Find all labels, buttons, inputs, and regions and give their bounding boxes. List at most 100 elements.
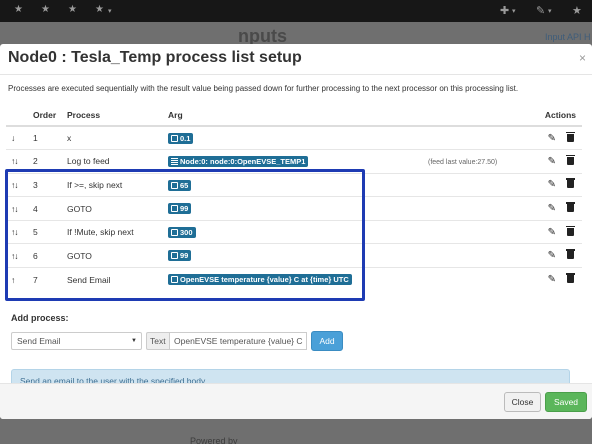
move-arrows-icon[interactable]: ↑↓ [6,149,33,174]
arg-badge[interactable]: 99 [168,250,192,262]
edit-box-icon [171,205,178,213]
nav-dropdown-icon[interactable]: ▾ [108,7,112,15]
header-move [6,104,33,127]
trash-icon[interactable] [566,273,575,284]
trash-icon[interactable] [566,178,575,189]
row-note [428,172,508,197]
row-actions: ✎ [508,196,582,221]
move-arrows-icon[interactable]: ↑↓ [6,243,33,268]
header-note [428,104,508,127]
nav-star-icon[interactable]: ★ [68,5,77,15]
edit-icon[interactable]: ✎ [548,156,556,167]
modal-header: Node0 : Tesla_Temp process list setup × [0,44,592,75]
arg-badge[interactable]: 65 [168,179,192,191]
move-arrows-icon[interactable]: ↓ [6,125,33,150]
row-arg: 99 [168,243,428,268]
modal-footer: Close Saved [0,383,592,419]
row-order: 3 [33,172,67,197]
trash-icon[interactable] [566,154,575,165]
table-row: ↑↓ 2 Log to feed Node:0: node:0:OpenEVSE_TE… [6,149,582,174]
arg-value: OpenEVSE temperature {value} C at {time}… [180,275,349,285]
arg-badge[interactable]: Node:0: node:0:OpenEVSE_TEMP1 [168,156,309,168]
trash-icon[interactable] [566,249,575,260]
saved-button[interactable]: Saved [545,392,587,412]
arg-value: 65 [180,180,189,190]
row-arg: 99 [168,196,428,221]
plus-icon[interactable]: ✚ [500,4,509,17]
header-actions: Actions [508,104,582,127]
close-icon[interactable]: × [579,52,586,64]
edit-box-icon [171,252,178,260]
row-order: 6 [33,243,67,268]
table-row: ↑↓ 5 If !Mute, skip next 300 ✎ [6,219,582,244]
row-arg: 65 [168,172,428,197]
process-table: Order Process Arg Actions ↓ 1 x 0.1 ✎ ↑↓ 2 Log … [6,104,582,292]
edit-icon[interactable]: ✎ [548,133,556,144]
arg-badge[interactable]: 99 [168,203,192,215]
row-order: 2 [33,149,67,174]
add-process-row: Send Email ▼ Text OpenEVSE temperature {… [0,327,592,359]
row-process: If >=, skip next [67,172,168,197]
arg-badge[interactable]: OpenEVSE temperature {value} C at {time}… [168,274,352,286]
process-select[interactable]: Send Email ▼ [11,332,142,350]
row-actions: ✎ [508,172,582,197]
edit-box-icon [171,228,178,236]
row-process: If !Mute, skip next [67,219,168,244]
input-api-help-link[interactable]: Input API H [545,32,591,42]
modal-description: Processes are executed sequentially with… [8,84,519,93]
table-header-row: Order Process Arg Actions [6,104,582,127]
row-actions: ✎ [508,149,582,174]
chevron-down-icon[interactable]: ▾ [548,7,552,15]
move-arrows-icon[interactable]: ↑↓ [6,172,33,197]
row-actions: ✎ [508,243,582,268]
arg-value: Node:0: node:0:OpenEVSE_TEMP1 [180,157,306,167]
table-row: ↑↓ 6 GOTO 99 ✎ [6,243,582,268]
arg-value: 0.1 [180,133,191,143]
row-arg: OpenEVSE temperature {value} C at {time}… [168,267,428,292]
edit-icon[interactable]: ✎ [548,227,556,238]
trash-icon[interactable] [566,131,575,142]
edit-box-icon [171,134,178,142]
close-button[interactable]: Close [504,392,541,412]
row-actions: ✎ [508,267,582,292]
add-process-button[interactable]: Add [311,331,343,351]
row-note [428,125,508,150]
feed-list-icon [171,158,178,166]
edit-icon[interactable]: ✎ [548,179,556,190]
row-note [428,243,508,268]
nav-star-icon[interactable]: ★ [14,5,23,15]
chevron-down-icon[interactable]: ▾ [512,7,516,15]
arg-value: 99 [180,204,189,214]
arg-value: 300 [180,227,193,237]
edit-icon[interactable]: ✎ [548,203,556,214]
star-icon[interactable]: ★ [572,4,582,17]
arg-value: 99 [180,251,189,261]
row-actions: ✎ [508,125,582,150]
modal-title: Node0 : Tesla_Temp process list setup [8,49,302,66]
process-list-modal: Node0 : Tesla_Temp process list setup × … [0,44,592,419]
feed-last-value: (feed last value:27.50) [428,159,498,167]
edit-icon[interactable]: ✎ [548,274,556,285]
trash-icon[interactable] [566,202,575,213]
chevron-down-icon: ▼ [131,338,137,344]
move-arrows-icon[interactable]: ↑↓ [6,196,33,221]
edit-icon[interactable]: ✎ [548,250,556,261]
row-note [428,219,508,244]
process-arg-input[interactable]: OpenEVSE temperature {value} C [169,332,307,350]
move-arrows-icon[interactable]: ↑ [6,267,33,292]
arg-badge[interactable]: 300 [168,226,196,238]
table-row: ↑ 7 Send Email OpenEVSE temperature {value}… [6,267,582,292]
row-order: 1 [33,125,67,150]
move-arrows-icon[interactable]: ↑↓ [6,219,33,244]
wrench-icon[interactable]: ✎ [536,4,545,17]
arg-badge[interactable]: 0.1 [168,132,194,144]
nav-star-icon[interactable]: ★ [41,5,50,15]
header-arg: Arg [168,104,428,127]
trash-icon[interactable] [566,225,575,236]
header-order: Order [33,104,67,127]
table-row: ↑↓ 3 If >=, skip next 65 ✎ [6,172,582,197]
edit-box-icon [171,276,178,284]
row-arg: 300 [168,219,428,244]
text-addon-label: Text [146,332,169,350]
nav-star-icon[interactable]: ★ [95,5,104,15]
